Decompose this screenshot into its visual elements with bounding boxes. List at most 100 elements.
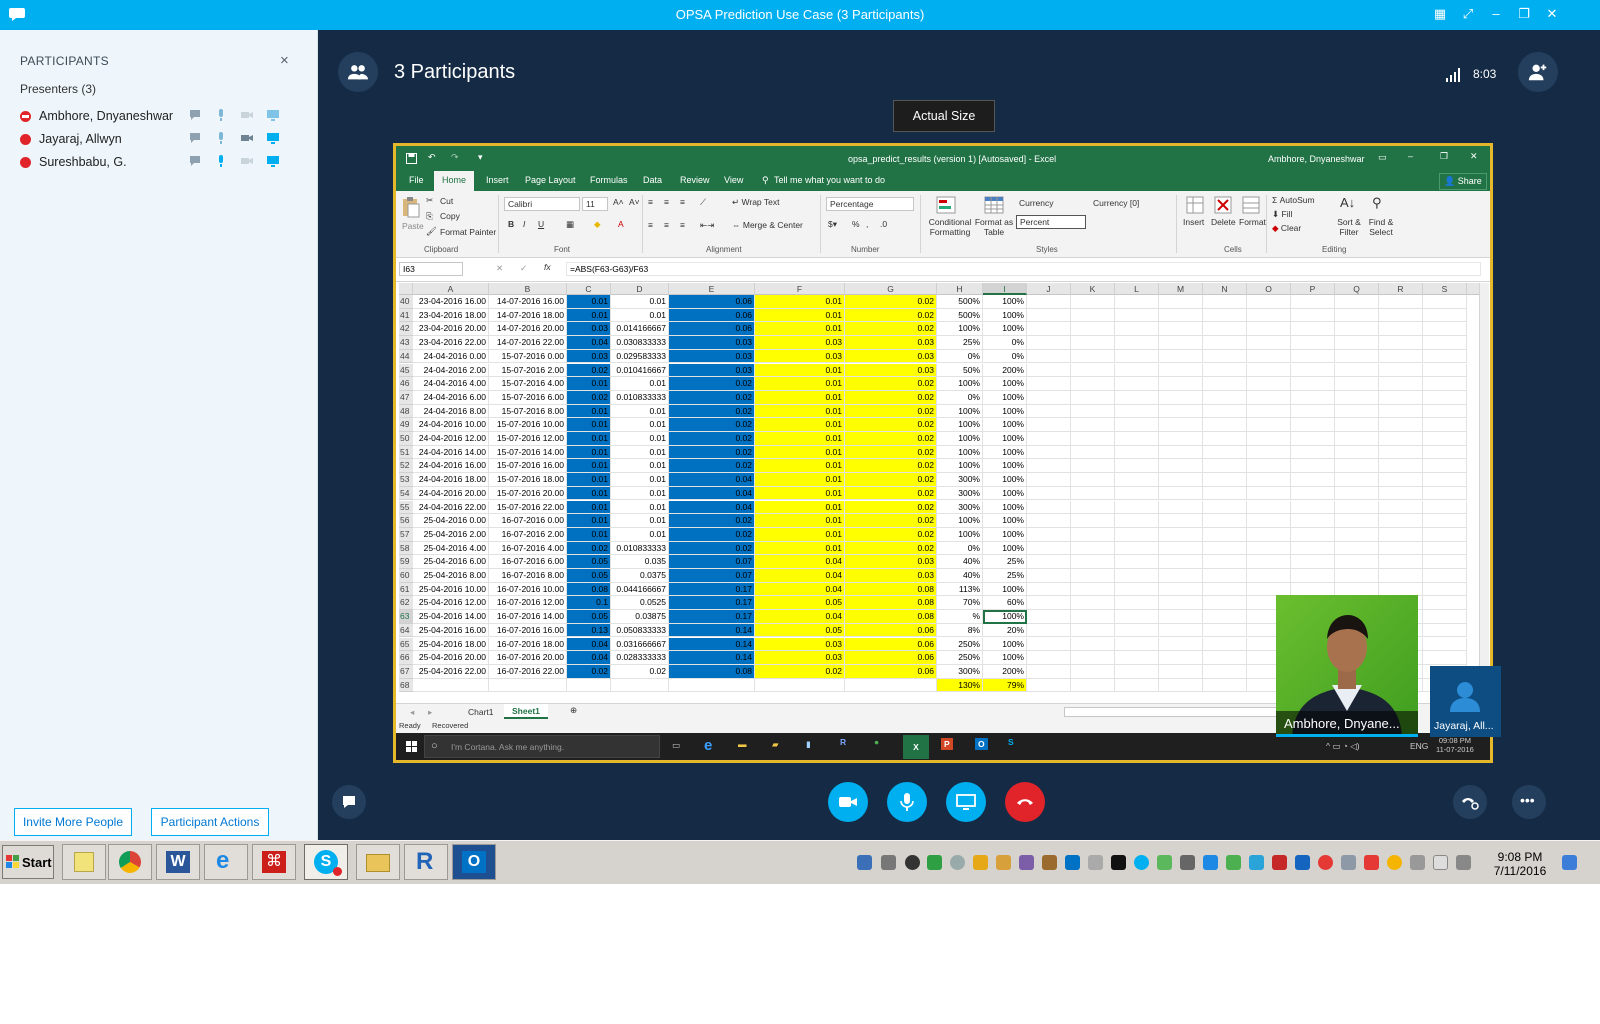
shrink-font-icon[interactable]: A˅	[629, 197, 640, 207]
format-button[interactable]: Format	[1239, 217, 1266, 227]
cell[interactable]: 100%	[983, 432, 1027, 446]
cell[interactable]	[1071, 377, 1115, 391]
cell[interactable]: 100%	[983, 610, 1027, 624]
font-name-select[interactable]: Calibri	[504, 197, 580, 211]
cell[interactable]: 0.04	[567, 651, 611, 665]
row-header[interactable]: 49	[399, 418, 413, 432]
cell[interactable]: 0.05	[567, 569, 611, 583]
tray-icons[interactable]: ^ ▭ ◔ ◁)	[1326, 741, 1360, 752]
cell[interactable]: 16-07-2016 10.00	[489, 582, 567, 597]
more-options-button[interactable]: •••	[1512, 785, 1546, 819]
cell[interactable]	[1203, 664, 1247, 679]
participant-row[interactable]: Sureshbabu, G.	[20, 153, 290, 173]
cell[interactable]	[1159, 349, 1203, 364]
cell[interactable]	[1027, 308, 1071, 323]
cell[interactable]: 25%	[983, 555, 1027, 569]
number-format-select[interactable]: Percentage	[826, 197, 914, 211]
cell[interactable]: 23-04-2016 16.00	[413, 295, 489, 309]
cell[interactable]: 25-04-2016 20.00	[413, 651, 489, 665]
row-header[interactable]: 57	[399, 527, 413, 542]
cancel-entry-icon[interactable]: ✕	[496, 263, 503, 274]
row-header[interactable]: 45	[399, 363, 413, 378]
tray-antivirus-icon[interactable]	[1272, 855, 1287, 870]
cell[interactable]	[1159, 637, 1203, 652]
select-all-corner[interactable]	[399, 283, 413, 295]
brush-icon[interactable]: 🖌	[426, 226, 437, 237]
tray-stop-icon[interactable]	[1318, 855, 1333, 870]
cell[interactable]	[1159, 322, 1203, 337]
cell[interactable]	[1423, 459, 1467, 474]
cell[interactable]: 0.01	[611, 500, 669, 515]
tell-me-input[interactable]: Tell me what you want to do	[774, 175, 885, 185]
cell[interactable]: 0.02	[845, 500, 937, 515]
cell[interactable]: 0%	[937, 349, 983, 364]
explorer-icon[interactable]: ▬	[738, 739, 747, 749]
cell[interactable]: 0.03	[845, 555, 937, 569]
cell[interactable]: 24-04-2016 14.00	[413, 445, 489, 460]
cell[interactable]: 15-07-2016 4.00	[489, 377, 567, 391]
cell[interactable]: 0.01	[611, 295, 669, 309]
indent-icon[interactable]: ⇤⇥	[700, 220, 714, 231]
cell[interactable]: 25%	[983, 569, 1027, 583]
excel-app-icon[interactable]: X	[903, 735, 929, 759]
cell[interactable]: 0.08	[845, 582, 937, 597]
cell[interactable]	[1071, 295, 1115, 309]
cell[interactable]	[1379, 295, 1423, 309]
cell[interactable]	[1115, 473, 1159, 487]
cell[interactable]: 0.02	[845, 432, 937, 446]
cell[interactable]	[1335, 541, 1379, 556]
cell[interactable]	[1291, 500, 1335, 515]
cell[interactable]: 100%	[983, 514, 1027, 528]
new-sheet-icon[interactable]: ⊕	[570, 705, 577, 716]
participants-toggle[interactable]	[338, 52, 378, 92]
cell[interactable]	[1159, 569, 1203, 583]
cell[interactable]: 0.01	[611, 486, 669, 501]
cell[interactable]	[1071, 459, 1115, 474]
cell[interactable]: 16-07-2016 6.00	[489, 555, 567, 569]
cell[interactable]: 0.01	[567, 404, 611, 419]
cortana-search[interactable]: ○ I'm Cortana. Ask me anything.	[424, 735, 660, 758]
cell[interactable]	[1423, 637, 1467, 652]
save-icon[interactable]	[406, 153, 417, 164]
cell[interactable]	[1027, 527, 1071, 542]
cell[interactable]	[1379, 514, 1423, 528]
cell[interactable]	[1423, 336, 1467, 350]
cell[interactable]: 0.06	[845, 664, 937, 679]
cell[interactable]	[1379, 322, 1423, 337]
cell[interactable]	[845, 678, 937, 693]
cell[interactable]: 0.01	[567, 418, 611, 432]
participant-row[interactable]: Jayaraj, Allwyn	[20, 130, 290, 150]
cell[interactable]: 24-04-2016 2.00	[413, 363, 489, 378]
insert-function-icon[interactable]: fx	[544, 262, 551, 272]
cell[interactable]: 0.03	[669, 336, 755, 350]
cell[interactable]: 15-07-2016 16.00	[489, 459, 567, 474]
cell[interactable]: 24-04-2016 20.00	[413, 486, 489, 501]
cell[interactable]	[1027, 486, 1071, 501]
cell[interactable]: 0.01	[567, 432, 611, 446]
column-header-s[interactable]: S	[1423, 283, 1467, 295]
row-header[interactable]: 56	[399, 514, 413, 528]
cell[interactable]: 100%	[983, 637, 1027, 652]
cell[interactable]: 0.01	[755, 418, 845, 432]
cell[interactable]	[1291, 322, 1335, 337]
cell[interactable]: 100%	[937, 459, 983, 474]
tray-sync-icon[interactable]	[1203, 855, 1218, 870]
column-header-o[interactable]: O	[1247, 283, 1291, 295]
cell[interactable]	[1203, 363, 1247, 378]
cell[interactable]	[1291, 295, 1335, 309]
tray-word-icon[interactable]	[1042, 855, 1057, 870]
cell[interactable]: 25-04-2016 18.00	[413, 637, 489, 652]
cell[interactable]	[1203, 678, 1247, 693]
cell[interactable]: 0.07	[669, 569, 755, 583]
align-center-icon[interactable]: ≡	[664, 220, 669, 230]
cell[interactable]: 0.01	[755, 514, 845, 528]
cell[interactable]	[1115, 664, 1159, 679]
align-right-icon[interactable]: ≡	[680, 220, 685, 230]
cell[interactable]	[1027, 473, 1071, 487]
taskbar-r[interactable]: R	[404, 844, 448, 880]
cell[interactable]	[1247, 486, 1291, 501]
cell[interactable]: 0.01	[611, 404, 669, 419]
cell[interactable]: 16-07-2016 14.00	[489, 610, 567, 624]
cell[interactable]: 15-07-2016 20.00	[489, 486, 567, 501]
cell[interactable]: 16-07-2016 0.00	[489, 514, 567, 528]
